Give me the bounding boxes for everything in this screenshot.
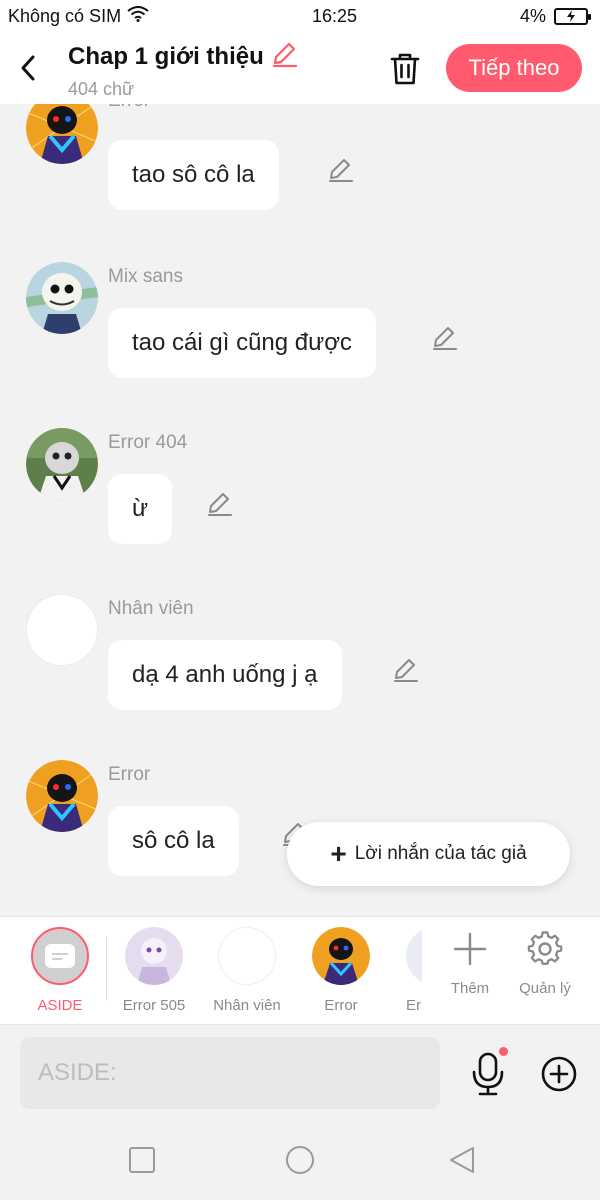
microphone-button[interactable] [468, 1047, 510, 1097]
status-bar: Không có SIM 16:25 4% [0, 0, 600, 32]
character-label: Err [406, 997, 422, 1014]
status-right: 4% [519, 5, 591, 27]
nhan-vien-avatar [218, 927, 276, 985]
pencil-icon[interactable] [391, 656, 419, 684]
message-input[interactable] [20, 1037, 440, 1109]
message-sender: Nhân viên [108, 598, 194, 619]
pencil-icon[interactable] [205, 490, 233, 518]
message-bubble[interactable]: tao sô cô la [108, 140, 279, 210]
mix-sans-avatar[interactable] [26, 262, 98, 334]
microphone-icon [472, 1052, 504, 1096]
trash-icon [390, 53, 420, 85]
battery-icon [554, 7, 591, 25]
error-avatar [312, 927, 370, 985]
status-left: Không có SIM [8, 6, 149, 27]
app-header: Chap 1 giới thiệu 404 chữ Tiếp theo [0, 32, 600, 104]
error-505-avatar [125, 927, 183, 985]
plus-icon: + [330, 838, 347, 869]
system-nav-bar [0, 1120, 600, 1200]
character-aside[interactable]: ASIDE [14, 927, 106, 1014]
edit-title-button[interactable] [270, 40, 298, 73]
character-label: ASIDE [37, 997, 83, 1014]
character-label: Error 505 [122, 997, 186, 1014]
character-avatar [406, 927, 422, 985]
nhan-vien-avatar[interactable] [26, 594, 98, 666]
message-sender: Mix sans [108, 266, 183, 287]
error-avatar[interactable] [26, 104, 98, 164]
message-bubble[interactable]: dạ 4 anh uống j ạ [108, 640, 342, 710]
add-content-button[interactable] [540, 1055, 578, 1093]
add-character-button[interactable]: Thêm [434, 931, 506, 997]
add-label: Thêm [450, 980, 490, 997]
error-404-avatar[interactable] [26, 428, 98, 500]
gear-icon [527, 931, 563, 965]
title-row: Chap 1 giới thiệu [68, 40, 298, 73]
notification-dot [499, 1047, 508, 1056]
character-error-505[interactable]: Error 505 [108, 927, 200, 1014]
wifi-icon [127, 5, 149, 27]
character-bar: ASIDE Error 505 Nhân viên Error Er Thêm … [0, 916, 600, 1024]
pencil-icon[interactable] [430, 324, 458, 352]
pencil-icon[interactable] [326, 156, 354, 184]
character-err-clipped[interactable]: Err [388, 927, 422, 1014]
carrier-text: Không có SIM [8, 5, 122, 26]
author-note-label: Lời nhắn của tác giả [354, 843, 527, 864]
chat-area: Error tao sô cô la Mix sans tao cái gì c… [0, 104, 600, 916]
character-label: Error [324, 997, 358, 1014]
recents-square-icon[interactable] [126, 1144, 158, 1176]
delete-button[interactable] [384, 48, 426, 90]
aside-icon [31, 927, 89, 985]
character-nhan-vien[interactable]: Nhân viên [201, 927, 293, 1014]
character-label: Nhân viên [213, 997, 281, 1014]
home-circle-icon[interactable] [284, 1144, 316, 1176]
pencil-icon [272, 42, 297, 68]
chevron-left-icon [21, 55, 35, 81]
next-button[interactable]: Tiếp theo [446, 44, 582, 92]
back-triangle-icon[interactable] [446, 1144, 478, 1176]
title-block: Chap 1 giới thiệu 404 chữ [68, 40, 298, 100]
word-count: 404 chữ [68, 79, 135, 99]
manage-label: Quản lý [519, 980, 571, 997]
clock-text: 16:25 [312, 5, 358, 26]
battery-percent: 4% [519, 5, 546, 26]
back-button[interactable] [0, 32, 56, 104]
plus-circle-icon [541, 1056, 577, 1092]
message-sender: Error [108, 764, 151, 785]
message-bubble[interactable]: sô cô la [108, 806, 239, 876]
manage-button[interactable]: Quản lý [509, 931, 581, 997]
error-avatar[interactable] [26, 760, 98, 832]
chapter-title: Chap 1 giới thiệu [68, 42, 264, 70]
message-bubble[interactable]: tao cái gì cũng được [108, 308, 376, 378]
character-error[interactable]: Error [295, 927, 387, 1014]
input-bar [0, 1024, 600, 1120]
author-note-button[interactable]: + Lời nhắn của tác giả [287, 822, 570, 886]
message-bubble[interactable]: ừ [108, 474, 173, 544]
divider [106, 937, 107, 1001]
message-sender: Error 404 [108, 432, 188, 453]
plus-icon [453, 932, 487, 966]
message-sender: Error [108, 104, 150, 112]
